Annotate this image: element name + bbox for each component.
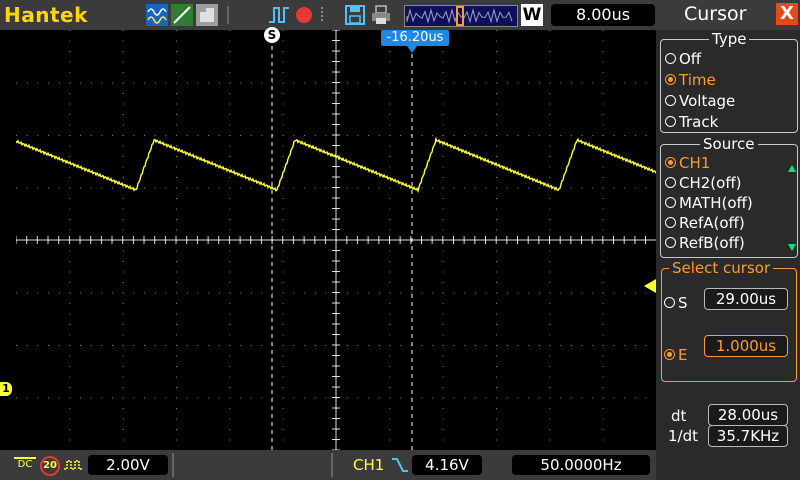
bandwidth-limit-icon[interactable]: 20 xyxy=(40,456,60,476)
brand-logo: Hantek xyxy=(4,3,88,27)
cursor-e-option-label: E xyxy=(678,346,688,364)
select-cursor-label: Select cursor xyxy=(669,259,774,277)
probe-icon[interactable] xyxy=(63,459,83,471)
trigger-slope-falling-icon[interactable] xyxy=(391,456,409,474)
frequency-display: 50.0000Hz xyxy=(512,455,650,475)
source-group-label: Source xyxy=(700,135,758,153)
type-option-voltage[interactable]: Voltage xyxy=(665,92,735,110)
persistence-icon[interactable] xyxy=(196,4,218,26)
radio-off xyxy=(665,116,676,127)
cursor-s-option-label: S xyxy=(678,294,688,312)
type-option-track-label: Track xyxy=(679,113,719,131)
source-option-refb-label: RefB(off) xyxy=(679,234,745,252)
ch1-ground-label: 1 xyxy=(2,382,10,395)
type-option-time[interactable]: Time xyxy=(665,71,716,89)
radio-on xyxy=(665,157,676,168)
type-option-track[interactable]: Track xyxy=(665,113,718,131)
radio-off xyxy=(665,177,676,188)
volts-div-display[interactable]: 2.00V xyxy=(88,455,168,475)
record-icon[interactable] xyxy=(293,4,315,26)
memory-position-bar[interactable] xyxy=(404,5,518,27)
top-status-bar: Hantek W 8.00us xyxy=(0,0,656,30)
source-option-math[interactable]: MATH(off) xyxy=(665,194,753,212)
scroll-up-arrow-icon[interactable] xyxy=(788,165,796,172)
dt-value: 28.00us xyxy=(708,404,788,426)
divider-icon xyxy=(227,6,229,24)
cursor-s-value[interactable]: 29.00us xyxy=(704,288,788,310)
cursor-e-option[interactable]: E xyxy=(664,346,687,364)
type-group-label: Type xyxy=(709,30,750,48)
radio-off xyxy=(665,237,676,248)
radio-off xyxy=(665,217,676,228)
dotted-divider-icon xyxy=(321,7,323,23)
trigger-offset-marker[interactable]: -16.20us xyxy=(381,30,449,46)
source-option-ch1[interactable]: CH1 xyxy=(665,154,710,172)
dt-label: dt xyxy=(671,407,687,425)
source-option-refb[interactable]: RefB(off) xyxy=(665,234,745,252)
cursor-e-value[interactable]: 1.000us xyxy=(704,335,788,357)
trigger-level-display[interactable]: 4.16V xyxy=(412,455,482,475)
scope-display[interactable] xyxy=(16,30,656,450)
coupling-label: DC xyxy=(17,459,33,470)
type-option-off[interactable]: Off xyxy=(665,50,701,68)
close-button[interactable]: X xyxy=(776,3,798,25)
select-cursor-group xyxy=(661,268,797,382)
timebase-display[interactable]: 8.00us xyxy=(551,4,655,26)
cursor-s-option[interactable]: S xyxy=(664,294,688,312)
source-option-math-label: MATH(off) xyxy=(679,194,753,212)
coupling-dc-icon[interactable]: DC xyxy=(14,454,36,476)
ch1-ground-marker[interactable]: 1 xyxy=(0,382,12,396)
inv-dt-value: 35.7KHz xyxy=(708,425,788,447)
radio-off xyxy=(665,95,676,106)
window-indicator: W xyxy=(521,4,543,26)
trigger-source-label[interactable]: CH1 xyxy=(353,456,384,474)
bottom-divider-icon xyxy=(331,453,333,477)
source-option-ch1-label: CH1 xyxy=(679,154,711,172)
ramp-icon[interactable] xyxy=(171,4,193,26)
trigger-level-arrow[interactable] xyxy=(644,279,656,293)
radio-off xyxy=(665,197,676,208)
type-option-time-label: Time xyxy=(679,71,716,89)
waveform-type-icon[interactable] xyxy=(146,4,168,26)
print-icon[interactable] xyxy=(370,4,392,26)
scroll-down-arrow-icon[interactable] xyxy=(788,244,796,251)
trigger-edge-icon[interactable] xyxy=(268,4,290,26)
trigger-position-arrow xyxy=(407,46,417,53)
radio-off xyxy=(665,53,676,64)
radio-on xyxy=(664,349,675,360)
panel-title: Cursor xyxy=(684,3,747,25)
type-option-off-label: Off xyxy=(679,50,702,68)
source-option-refa-label: RefA(off) xyxy=(679,214,745,232)
cursor-s-marker[interactable]: S xyxy=(264,27,280,43)
inv-dt-label: 1/dt xyxy=(668,427,698,445)
panel-title-bar: Cursor X xyxy=(656,0,800,30)
radio-on xyxy=(665,74,676,85)
radio-off xyxy=(664,297,675,308)
memory-waveform-preview xyxy=(406,6,513,26)
bw-limit-label: 20 xyxy=(43,460,57,471)
bottom-divider-icon xyxy=(172,453,174,477)
type-option-voltage-label: Voltage xyxy=(679,92,736,110)
trigger-offset-label: -16.20us xyxy=(386,30,444,45)
source-option-refa[interactable]: RefA(off) xyxy=(665,214,745,232)
save-icon[interactable] xyxy=(344,4,366,26)
cursor-s-marker-label: S xyxy=(267,28,277,42)
source-option-ch2-label: CH2(off) xyxy=(679,174,742,192)
source-option-ch2[interactable]: CH2(off) xyxy=(665,174,742,192)
